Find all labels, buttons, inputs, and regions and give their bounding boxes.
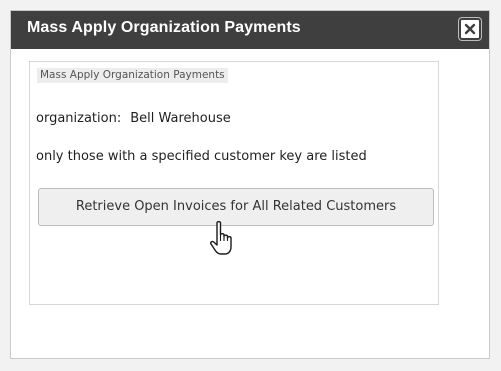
- mass-apply-dialog: Mass Apply Organization Payments Mass Ap…: [10, 10, 490, 359]
- panel-legend: Mass Apply Organization Payments: [37, 68, 228, 83]
- hand-pointer-icon: [210, 221, 232, 255]
- close-button[interactable]: [459, 18, 481, 40]
- dialog-title: Mass Apply Organization Payments: [27, 19, 301, 36]
- dialog-titlebar: Mass Apply Organization Payments: [11, 11, 489, 49]
- organization-value: Bell Warehouse: [130, 111, 231, 126]
- organization-row: organization: Bell Warehouse: [36, 111, 231, 126]
- organization-panel: Mass Apply Organization Payments organiz…: [29, 61, 439, 305]
- close-icon: [464, 23, 476, 35]
- organization-label: organization:: [36, 111, 122, 126]
- customer-key-note: only those with a specified customer key…: [36, 149, 367, 164]
